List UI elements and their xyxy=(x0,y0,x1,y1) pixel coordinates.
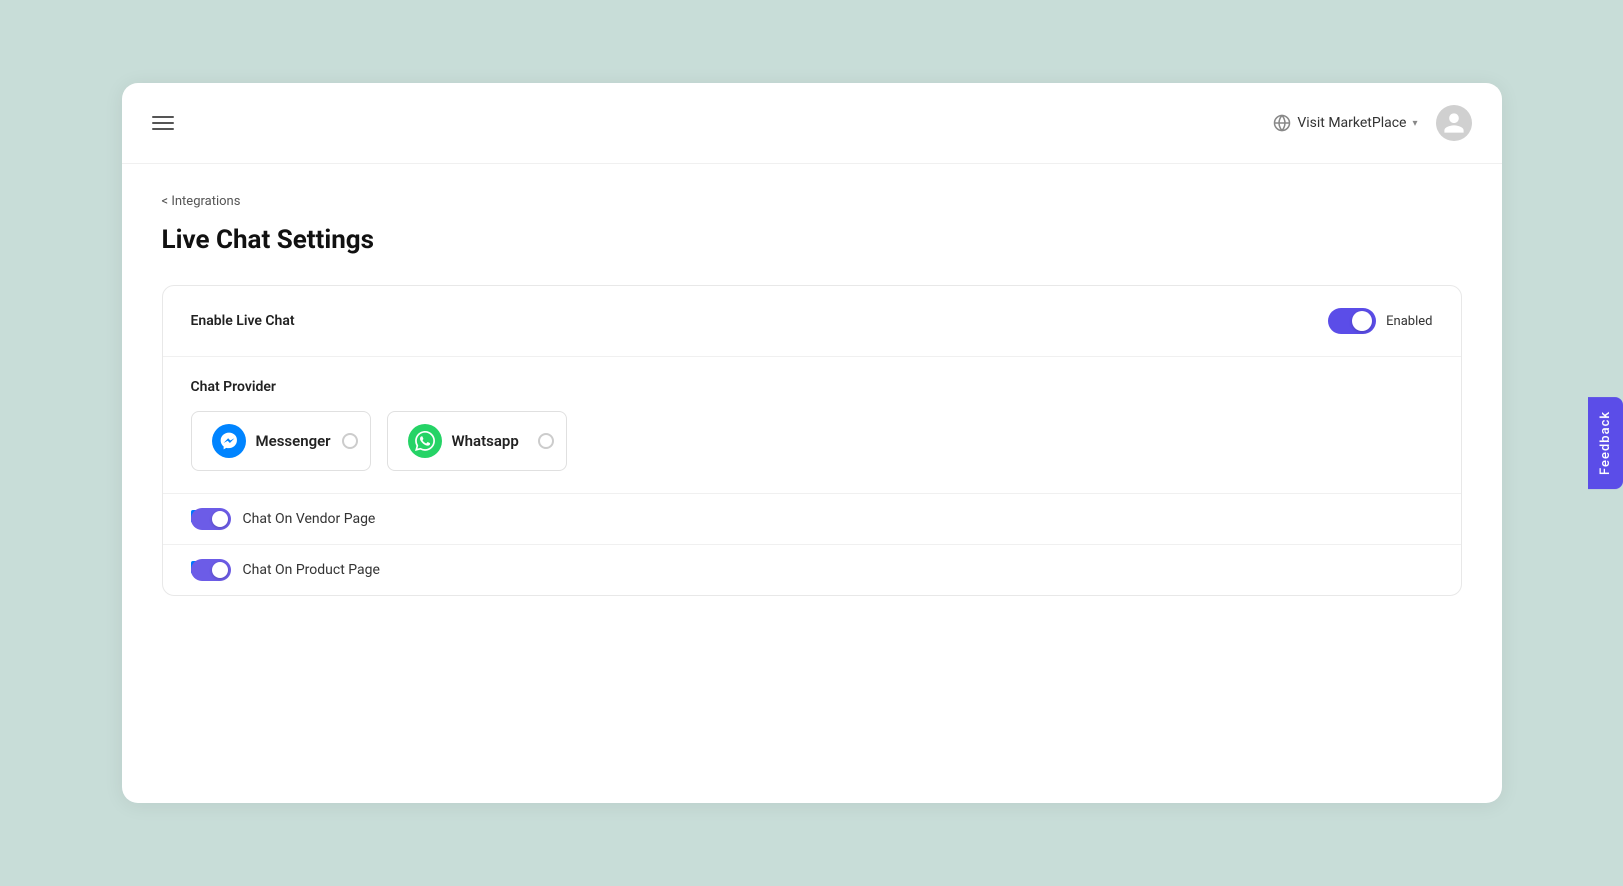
enable-live-chat-toggle[interactable] xyxy=(1328,308,1376,334)
chat-vendor-toggle[interactable] xyxy=(191,508,231,530)
feedback-button[interactable]: Feedback xyxy=(1588,397,1623,489)
messenger-name: Messenger xyxy=(256,432,331,450)
user-avatar[interactable] xyxy=(1436,105,1472,141)
chat-vendor-label: Chat On Vendor Page xyxy=(243,511,376,527)
provider-options: Messenger Whatsapp xyxy=(191,411,1433,471)
header: Visit MarketPlace ▾ xyxy=(122,83,1502,164)
messenger-icon xyxy=(212,424,246,458)
provider-card-messenger[interactable]: Messenger xyxy=(191,411,371,471)
main-card: Visit MarketPlace ▾ Integrations Live Ch… xyxy=(122,83,1502,803)
page-title: Live Chat Settings xyxy=(162,225,1462,255)
whatsapp-name: Whatsapp xyxy=(452,432,519,450)
chat-provider-label: Chat Provider xyxy=(191,379,1433,395)
chat-product-label: Chat On Product Page xyxy=(243,562,380,578)
globe-icon xyxy=(1273,114,1291,132)
chat-on-vendor-page-row: Chat On Vendor Page xyxy=(163,494,1461,545)
header-right: Visit MarketPlace ▾ xyxy=(1273,105,1471,141)
messenger-radio[interactable] xyxy=(342,433,358,449)
chat-provider-section: Chat Provider Messenger xyxy=(163,357,1461,494)
enable-live-chat-row: Enable Live Chat Enabled xyxy=(163,286,1461,357)
enable-live-chat-toggle-wrapper: Enabled xyxy=(1328,308,1432,334)
chat-on-product-page-row: Chat On Product Page xyxy=(163,545,1461,595)
chat-product-toggle[interactable] xyxy=(191,559,231,581)
whatsapp-radio[interactable] xyxy=(538,433,554,449)
whatsapp-icon xyxy=(408,424,442,458)
settings-card: Enable Live Chat Enabled Chat Provider xyxy=(162,285,1462,596)
enable-live-chat-label: Enable Live Chat xyxy=(191,313,295,329)
provider-card-whatsapp[interactable]: Whatsapp xyxy=(387,411,567,471)
page-content: Integrations Live Chat Settings Enable L… xyxy=(122,164,1502,626)
toggle-status-label: Enabled xyxy=(1386,314,1432,329)
visit-marketplace-button[interactable]: Visit MarketPlace ▾ xyxy=(1273,114,1417,132)
breadcrumb[interactable]: Integrations xyxy=(162,194,1462,209)
user-icon xyxy=(1442,111,1466,135)
chevron-down-icon: ▾ xyxy=(1412,118,1417,129)
whatsapp-svg xyxy=(415,431,435,451)
messenger-svg xyxy=(219,431,239,451)
hamburger-menu-button[interactable] xyxy=(152,116,174,130)
visit-marketplace-label: Visit MarketPlace xyxy=(1297,115,1406,131)
